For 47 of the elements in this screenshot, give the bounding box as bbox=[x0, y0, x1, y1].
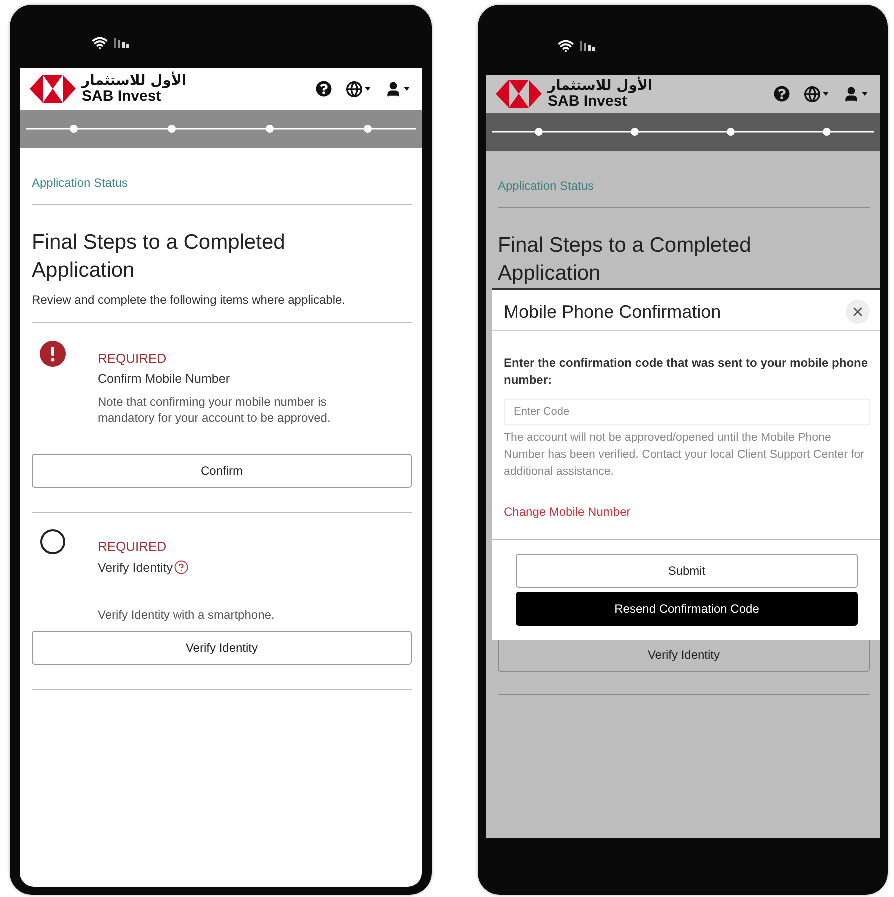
action-button[interactable]: Verify Identity bbox=[498, 638, 870, 672]
page-title: Final Steps to a Completed Application bbox=[32, 230, 286, 284]
caret-icon bbox=[823, 92, 829, 96]
signal-icon bbox=[580, 41, 596, 51]
code-input[interactable]: Enter Code bbox=[504, 399, 870, 425]
required-label: REQUIRED bbox=[98, 351, 167, 366]
page-title: Final Steps to a Completed Application bbox=[498, 233, 752, 287]
user-icon bbox=[385, 80, 402, 98]
account-button[interactable] bbox=[385, 80, 410, 98]
caret-icon bbox=[404, 87, 410, 91]
help-button[interactable] bbox=[774, 86, 790, 102]
brand-name: SAB Invest bbox=[82, 89, 162, 104]
caret-icon bbox=[365, 87, 371, 91]
brand-arabic: الأول للاستثمار bbox=[548, 79, 653, 94]
close-button[interactable] bbox=[846, 300, 870, 324]
caret-icon bbox=[862, 92, 868, 96]
signal-icon bbox=[114, 38, 130, 48]
item-note: Verify Identity with a smartphone. bbox=[98, 607, 275, 623]
submit-button[interactable]: Submit bbox=[516, 554, 858, 588]
user-icon bbox=[843, 86, 860, 102]
brand-arabic: الأول للاستثمار bbox=[82, 74, 187, 89]
close-icon bbox=[851, 305, 865, 319]
page-subtitle: Review and complete the following items where applicable. bbox=[32, 293, 346, 307]
globe-icon bbox=[346, 80, 363, 98]
action-button[interactable]: Verify Identity bbox=[32, 631, 412, 665]
account-button[interactable] bbox=[843, 86, 868, 102]
breadcrumb-link[interactable]: Application Status bbox=[32, 176, 128, 190]
help-icon[interactable] bbox=[174, 560, 190, 575]
resend-button[interactable]: Resend Confirmation Code bbox=[516, 592, 858, 626]
item-name: Verify Identity bbox=[98, 560, 174, 574]
logo-icon bbox=[30, 75, 76, 103]
item-name: Confirm Mobile Number bbox=[98, 372, 230, 386]
brand-name: SAB Invest bbox=[548, 94, 628, 109]
logo-icon bbox=[496, 80, 542, 108]
required-label: REQUIRED bbox=[98, 539, 167, 554]
language-button[interactable] bbox=[346, 80, 371, 98]
help-button[interactable] bbox=[316, 81, 332, 97]
change-number-link[interactable]: Change Mobile Number bbox=[504, 505, 631, 519]
language-button[interactable] bbox=[804, 86, 829, 102]
code-label: Enter the confirmation code that was sent to your mobile phone number: bbox=[504, 355, 870, 389]
dialog-help-text: The account will not be approved/opened until the Mobile Phone Number has been verified. Contact your local Client Support Center for additional assistance. bbox=[504, 431, 866, 480]
dialog-title: Mobile Phone Confirmation bbox=[504, 302, 722, 322]
wifi-icon bbox=[92, 34, 108, 50]
item-note: Note that confirming your mobile number is mandatory for your account to be approved. bbox=[98, 394, 332, 426]
globe-icon bbox=[804, 86, 821, 102]
action-button[interactable]: Confirm bbox=[32, 454, 412, 488]
wifi-icon bbox=[558, 38, 574, 54]
